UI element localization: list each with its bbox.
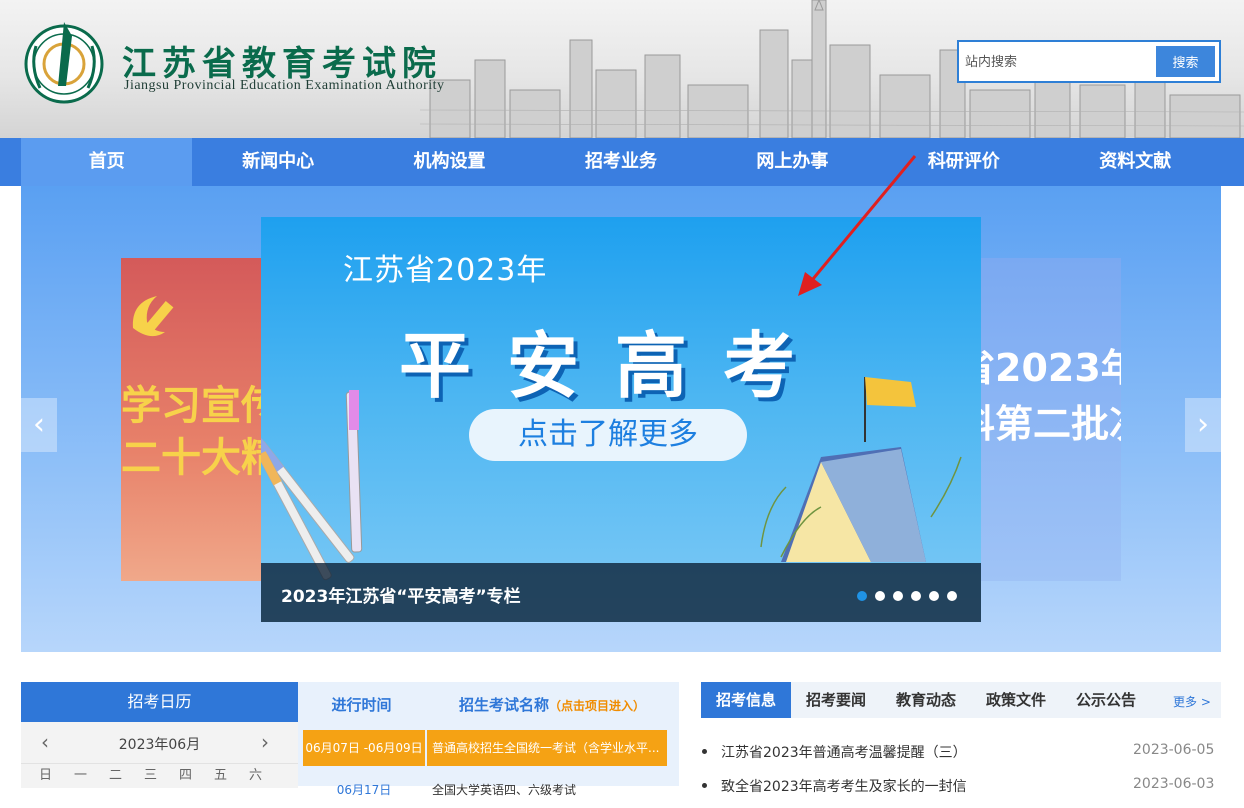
carousel-dot[interactable]: [893, 591, 903, 601]
news-list-item[interactable]: 致全省2023年高考考生及家长的一封信 2023-06-03: [701, 774, 1221, 798]
banner-prev-line1: 学习宣传: [121, 383, 271, 429]
pens-illustration: [261, 390, 363, 581]
banner-next-slide[interactable]: 省2023年中 科第二批次: [971, 258, 1121, 581]
banner-next-text: 省2023年中 科第二批次: [971, 340, 1121, 452]
carousel-dot[interactable]: [875, 591, 885, 601]
schedule-col-hint: （点击项目进入）: [549, 699, 646, 713]
weekday-label: 六: [249, 768, 263, 783]
schedule-col-name: 招生考试名称（点击项目进入）: [425, 682, 679, 728]
news-item-title[interactable]: 江苏省2023年普通高考温馨提醒（三）: [721, 742, 967, 762]
schedule-row[interactable]: 06月17日 全国大学英语四、六级考试: [303, 772, 667, 808]
slide-learn-more-button[interactable]: 点击了解更多: [469, 409, 747, 461]
carousel-dot[interactable]: [929, 591, 939, 601]
site-header: 江苏省教育考试院 Jiangsu Provincial Education Ex…: [0, 0, 1244, 138]
nav-item-research[interactable]: 科研评价: [878, 138, 1049, 186]
banner-carousel: 学习宣传 二十大精 省2023年中 科第二批次: [21, 186, 1221, 652]
banner-next-line2: 科第二批次: [971, 402, 1121, 446]
banner-next-line1: 省2023年中: [971, 346, 1121, 390]
tab-admission-info[interactable]: 招考信息: [701, 682, 791, 718]
weekday-label: 四: [179, 768, 193, 783]
banner-prev-slide[interactable]: 学习宣传 二十大精: [121, 258, 271, 581]
main-nav: 首页 新闻中心 机构设置 招考业务 网上办事 科研评价 资料文献: [0, 138, 1244, 186]
carousel-prev-arrow[interactable]: ‹: [21, 398, 57, 452]
nav-item-online-services[interactable]: 网上办事: [707, 138, 878, 186]
news-tabs: 招考信息 招考要闻 教育动态 政策文件 公示公告 更多 >: [701, 682, 1221, 718]
schedule-row-name[interactable]: 全国大学英语四、六级考试: [427, 772, 667, 808]
calendar-title: 招考日历: [21, 682, 298, 722]
banner-active-slide[interactable]: 江苏省2023年 平安高考 点击了解更多 2023年江苏省“平安高考”专栏: [261, 217, 981, 622]
banner-prev-text: 学习宣传 二十大精: [121, 380, 271, 484]
carousel-dot[interactable]: [911, 591, 921, 601]
site-title-en: Jiangsu Provincial Education Examination…: [124, 78, 445, 93]
weekday-label: 三: [144, 768, 158, 783]
schedule-header: 进行时间 招生考试名称（点击项目进入）: [298, 682, 679, 728]
schedule-row[interactable]: 06月07日 -06月09日 普通高校招生全国统一考试（含学业水平...: [303, 730, 667, 766]
tab-public-notices[interactable]: 公示公告: [1061, 682, 1151, 718]
search-button[interactable]: 搜索: [1156, 46, 1215, 77]
schedule-row-name[interactable]: 普通高校招生全国统一考试（含学业水平...: [427, 730, 667, 766]
slide-title: 平安高考: [399, 324, 832, 408]
search-box: 搜索: [957, 40, 1221, 83]
tab-policy-documents[interactable]: 政策文件: [971, 682, 1061, 718]
slide-caption-bar: 2023年江苏省“平安高考”专栏: [261, 563, 981, 622]
exam-schedule: 进行时间 招生考试名称（点击项目进入） 06月07日 -06月09日 普通高校招…: [298, 682, 679, 797]
carousel-next-arrow[interactable]: ›: [1185, 398, 1221, 452]
authority-logo-emblem: [24, 22, 104, 104]
schedule-col-time: 进行时间: [331, 696, 392, 714]
banner-prev-line2: 二十大精: [121, 435, 271, 481]
slide-caption[interactable]: 2023年江苏省“平安高考”专栏: [281, 582, 521, 607]
schedule-row-time: 06月07日 -06月09日: [303, 730, 425, 766]
weekday-label: 二: [109, 768, 123, 783]
calendar-next-month-icon[interactable]: ›: [261, 730, 269, 754]
search-input[interactable]: [965, 48, 1155, 76]
bullet-icon: [702, 749, 707, 754]
carousel-dots: [857, 591, 957, 601]
news-list-item[interactable]: 江苏省2023年普通高考温馨提醒（三） 2023-06-05: [701, 740, 1221, 764]
nav-item-news-center[interactable]: 新闻中心: [192, 138, 363, 186]
news-item-title[interactable]: 致全省2023年高考考生及家长的一封信: [721, 776, 967, 796]
hammer-sickle-icon: [132, 296, 174, 337]
weekday-label: 一: [74, 768, 88, 783]
tab-admission-news[interactable]: 招考要闻: [791, 682, 881, 718]
weekday-label: 五: [214, 768, 228, 783]
calendar-weekday-row: 日 一 二 三 四 五 六: [21, 764, 298, 788]
news-more-link[interactable]: 更多 >: [1173, 693, 1211, 710]
news-item-date: 2023-06-05: [1133, 742, 1215, 758]
nav-item-home[interactable]: 首页: [21, 138, 193, 186]
calendar-month: 2023年06月: [118, 737, 201, 753]
carousel-dot[interactable]: [857, 591, 867, 601]
news-item-date: 2023-06-03: [1133, 776, 1215, 792]
calendar-month-row: ‹ 2023年06月 ›: [21, 722, 298, 764]
slide-subtitle: 江苏省2023年: [343, 253, 548, 288]
news-panel: 招考信息 招考要闻 教育动态 政策文件 公示公告 更多 > 江苏省2023年普通…: [701, 682, 1221, 795]
weekday-label: 日: [39, 768, 53, 783]
exam-calendar: 招考日历 ‹ 2023年06月 › 日 一 二 三 四 五 六: [21, 682, 298, 788]
tab-education-updates[interactable]: 教育动态: [881, 682, 971, 718]
schedule-col-name-label: 招生考试名称: [458, 696, 549, 714]
nav-item-admissions[interactable]: 招考业务: [535, 138, 706, 186]
carousel-dot[interactable]: [947, 591, 957, 601]
schedule-row-time: 06月17日: [336, 783, 392, 797]
nav-item-documents[interactable]: 资料文献: [1050, 138, 1221, 186]
nav-item-organization[interactable]: 机构设置: [364, 138, 535, 186]
